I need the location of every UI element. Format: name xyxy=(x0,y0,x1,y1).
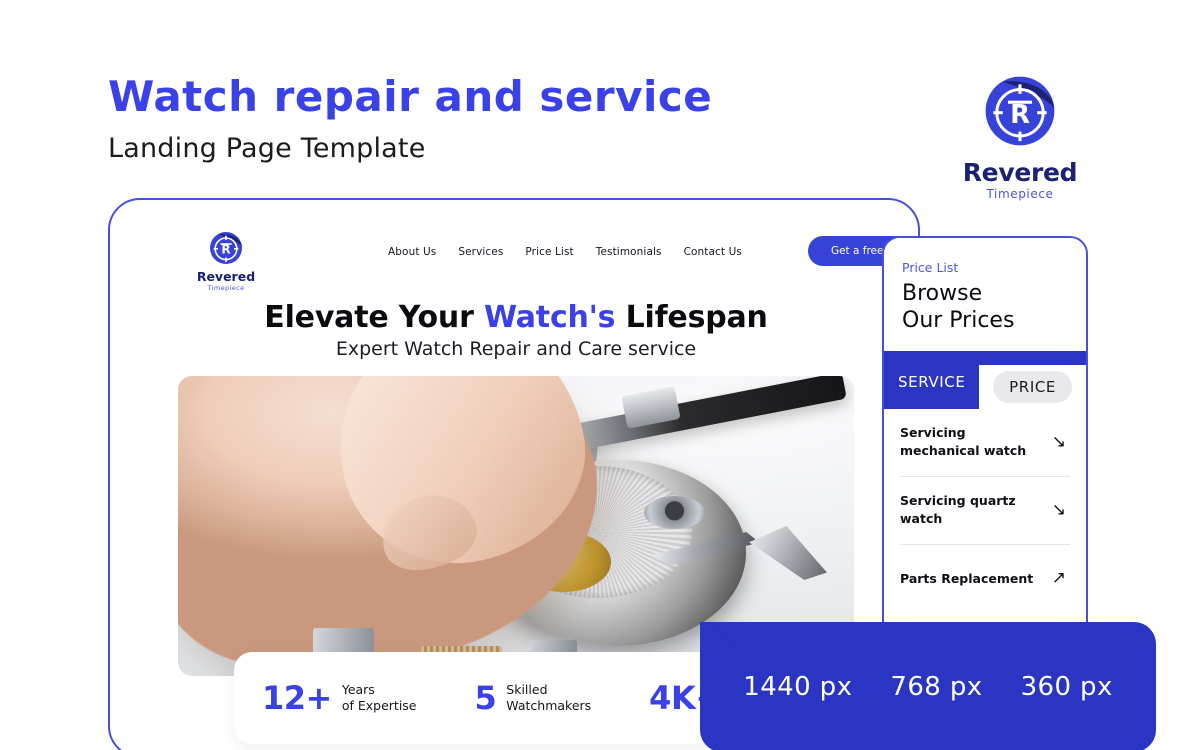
hero-heading-part2: Lifespan xyxy=(615,300,768,335)
price-rows: Servicing mechanical watch ↘ Servicing q… xyxy=(884,408,1086,613)
nav-item-contact-us[interactable]: Contact Us xyxy=(684,246,742,258)
price-panel-kicker: Price List xyxy=(902,260,959,275)
brand-name: Revered xyxy=(962,158,1078,187)
nav-item-testimonials[interactable]: Testimonials xyxy=(596,246,662,258)
stat-label-line2: Watchmakers xyxy=(506,698,592,713)
stat-item: 12+ Years of Expertise xyxy=(262,682,417,715)
breakpoint-360: 360 px xyxy=(1020,672,1113,702)
navbar-brand-name: Revered xyxy=(196,269,256,284)
price-panel-title-line1: Browse xyxy=(902,281,983,306)
price-row-service: Parts Replacement xyxy=(900,570,1034,586)
svg-text:R: R xyxy=(221,243,230,257)
page-subtitle: Landing Page Template xyxy=(108,133,426,164)
arrow-up-right-icon[interactable]: ↗ xyxy=(1052,570,1070,587)
stat-item: 5 Skilled Watchmakers xyxy=(475,682,592,715)
nav-item-price-list[interactable]: Price List xyxy=(525,246,573,258)
navbar-brand-logo[interactable]: R Revered Timepiece xyxy=(190,228,262,292)
price-panel-title-line2: Our Prices xyxy=(902,307,1015,333)
stat-label-line1: Years xyxy=(341,681,375,697)
hero-subheading: Expert Watch Repair and Care service xyxy=(335,338,697,360)
svg-text:R: R xyxy=(1010,100,1030,130)
hero-heading-accent: Watch's xyxy=(483,300,616,335)
brand-logo: R Revered Timepiece xyxy=(940,68,1100,201)
navbar-links: About Us Services Price List Testimonial… xyxy=(388,246,742,258)
arrow-down-right-icon[interactable]: ↘ xyxy=(1052,433,1070,451)
watch-bezel-r-monogram-icon: R xyxy=(977,68,1063,154)
stat-number: 5 xyxy=(474,679,497,717)
price-panel-header: Price List Browse Our Prices xyxy=(884,238,1086,351)
price-panel-title: Browse Our Prices xyxy=(902,281,1068,335)
stat-label-line2: of Expertise xyxy=(341,698,417,713)
price-row-service: Servicing mechanical watch xyxy=(900,425,1027,459)
breakpoints-overlay: 1440 px 768 px 360 px xyxy=(700,622,1156,750)
price-panel-tabbar: SERVICE PRICE xyxy=(884,350,1086,409)
breakpoint-768: 768 px xyxy=(890,672,983,702)
nav-item-services[interactable]: Services xyxy=(458,246,503,258)
price-list-panel: Price List Browse Our Prices SERVICE PRI… xyxy=(882,236,1088,648)
overlay-corner-notch xyxy=(700,622,734,656)
site-navbar: R Revered Timepiece About Us Services Pr… xyxy=(110,200,918,296)
stat-label: Years of Expertise xyxy=(342,682,417,715)
price-row[interactable]: Servicing mechanical watch ↘ xyxy=(900,409,1070,477)
nav-item-about-us[interactable]: About Us xyxy=(388,246,436,258)
breakpoint-1440: 1440 px xyxy=(743,672,853,702)
tab-price[interactable]: PRICE xyxy=(993,370,1072,403)
tab-service[interactable]: SERVICE xyxy=(884,364,980,409)
page-title: Watch repair and service xyxy=(108,72,713,121)
stat-label-line1: Skilled xyxy=(506,681,548,697)
price-row[interactable]: Parts Replacement ↗ xyxy=(900,545,1070,613)
navbar-brand-tagline: Timepiece xyxy=(207,284,245,292)
stat-label: Skilled Watchmakers xyxy=(506,682,591,715)
stat-number: 12+ xyxy=(262,679,332,717)
brand-tagline: Timepiece xyxy=(986,187,1054,201)
hero-heading-part1: Elevate Your xyxy=(264,300,484,335)
watch-bezel-r-monogram-icon: R xyxy=(206,228,246,268)
arrow-down-right-icon[interactable]: ↘ xyxy=(1052,501,1070,519)
hero-heading: Elevate Your Watch's Lifespan xyxy=(110,300,918,335)
price-row-service: Servicing quartz watch xyxy=(900,493,1016,527)
price-row[interactable]: Servicing quartz watch ↘ xyxy=(900,477,1070,545)
page-root: Watch repair and service Landing Page Te… xyxy=(0,0,1200,750)
